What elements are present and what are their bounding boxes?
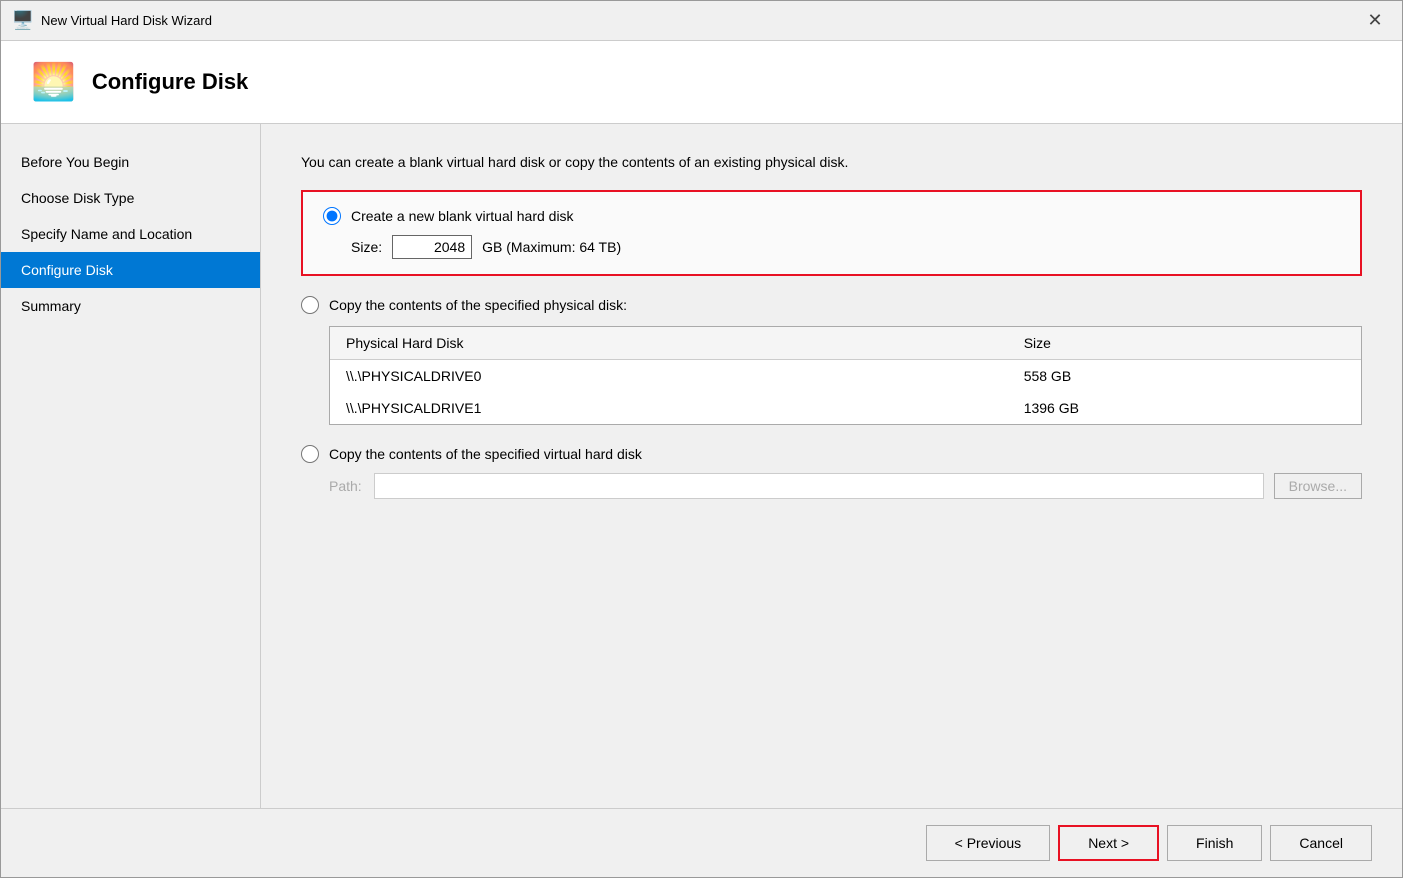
sidebar: Before You Begin Choose Disk Type Specif… — [1, 124, 261, 808]
next-button[interactable]: Next > — [1058, 825, 1159, 861]
title-bar-text: New Virtual Hard Disk Wizard — [41, 13, 212, 28]
table-row[interactable]: \\.\PHYSICALDRIVE0 558 GB — [330, 360, 1361, 393]
path-label: Path: — [329, 478, 364, 494]
title-bar-left: 🖥️ New Virtual Hard Disk Wizard — [13, 11, 212, 31]
sidebar-item-choose-disk-type[interactable]: Choose Disk Type — [1, 180, 260, 216]
page-title: Configure Disk — [92, 69, 248, 95]
copy-physical-radio-option[interactable]: Copy the contents of the specified physi… — [301, 296, 1362, 314]
size-label: Size: — [351, 239, 382, 255]
create-new-option-box: Create a new blank virtual hard disk Siz… — [301, 190, 1362, 276]
title-bar-icon: 🖥️ — [13, 11, 33, 31]
disk-size-0: 558 GB — [1008, 360, 1361, 393]
table-header-disk: Physical Hard Disk — [330, 327, 1008, 360]
description-text: You can create a blank virtual hard disk… — [301, 154, 1362, 170]
previous-button[interactable]: < Previous — [926, 825, 1051, 861]
sidebar-item-specify-name-location[interactable]: Specify Name and Location — [1, 216, 260, 252]
copy-physical-option-group: Copy the contents of the specified physi… — [301, 296, 1362, 425]
sidebar-item-before-you-begin[interactable]: Before You Begin — [1, 144, 260, 180]
copy-virtual-option-group: Copy the contents of the specified virtu… — [301, 445, 1362, 499]
disk-name-0: \\.\PHYSICALDRIVE0 — [330, 360, 1008, 393]
table-header-size: Size — [1008, 327, 1361, 360]
copy-physical-label[interactable]: Copy the contents of the specified physi… — [329, 297, 627, 313]
cancel-button[interactable]: Cancel — [1270, 825, 1372, 861]
path-input[interactable] — [374, 473, 1264, 499]
header-panel: 🌅 Configure Disk — [1, 41, 1402, 124]
configure-disk-icon: 🌅 — [31, 61, 76, 103]
close-button[interactable]: ✕ — [1360, 6, 1390, 36]
footer: < Previous Next > Finish Cancel — [1, 808, 1402, 877]
finish-button[interactable]: Finish — [1167, 825, 1262, 861]
copy-virtual-radio-option[interactable]: Copy the contents of the specified virtu… — [301, 445, 1362, 463]
sidebar-item-summary[interactable]: Summary — [1, 288, 260, 324]
sidebar-item-configure-disk[interactable]: Configure Disk — [1, 252, 260, 288]
title-bar: 🖥️ New Virtual Hard Disk Wizard ✕ — [1, 1, 1402, 41]
disk-size-1: 1396 GB — [1008, 392, 1361, 424]
wizard-window: 🖥️ New Virtual Hard Disk Wizard ✕ 🌅 Conf… — [0, 0, 1403, 878]
size-input[interactable] — [392, 235, 472, 259]
copy-physical-radio[interactable] — [301, 296, 319, 314]
create-new-label[interactable]: Create a new blank virtual hard disk — [351, 208, 574, 224]
create-new-radio[interactable] — [323, 207, 341, 225]
main-content: You can create a blank virtual hard disk… — [261, 124, 1402, 808]
browse-button[interactable]: Browse... — [1274, 473, 1362, 499]
size-row: Size: GB (Maximum: 64 TB) — [351, 235, 1340, 259]
table-row[interactable]: \\.\PHYSICALDRIVE1 1396 GB — [330, 392, 1361, 424]
physical-disk-table: Physical Hard Disk Size \\.\PHYSICALDRIV… — [330, 327, 1361, 424]
create-new-radio-option[interactable]: Create a new blank virtual hard disk — [323, 207, 1340, 225]
physical-disk-table-container: Physical Hard Disk Size \\.\PHYSICALDRIV… — [329, 326, 1362, 425]
path-row: Path: Browse... — [329, 473, 1362, 499]
content-area: Before You Begin Choose Disk Type Specif… — [1, 124, 1402, 808]
copy-virtual-radio[interactable] — [301, 445, 319, 463]
copy-virtual-label[interactable]: Copy the contents of the specified virtu… — [329, 446, 642, 462]
size-unit: GB (Maximum: 64 TB) — [482, 239, 621, 255]
disk-name-1: \\.\PHYSICALDRIVE1 — [330, 392, 1008, 424]
